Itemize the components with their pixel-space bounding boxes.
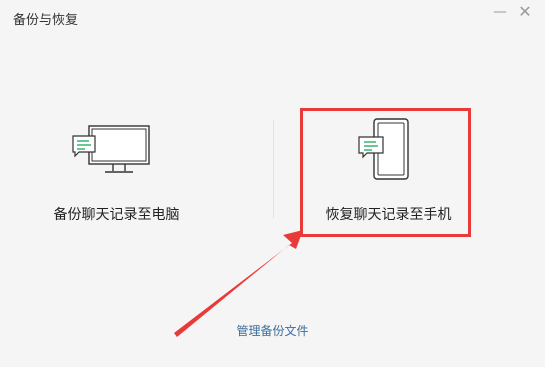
backup-to-pc-option[interactable]: 备份聊天记录至电脑 [29,95,204,240]
backup-restore-window: 备份与恢复 — ✕ 备份聊天记录至电脑 恢复聊天记录至手机 管理备份文件 [0,0,545,367]
window-title: 备份与恢复 [13,13,79,28]
divider [273,120,274,218]
backup-to-pc-label: 备份聊天记录至电脑 [53,207,180,223]
minimize-button[interactable]: — [489,2,511,22]
computer-icon [72,125,150,173]
close-button[interactable]: ✕ [514,2,536,22]
manage-backup-files-link[interactable]: 管理备份文件 [0,322,545,339]
highlight-box [300,108,471,237]
